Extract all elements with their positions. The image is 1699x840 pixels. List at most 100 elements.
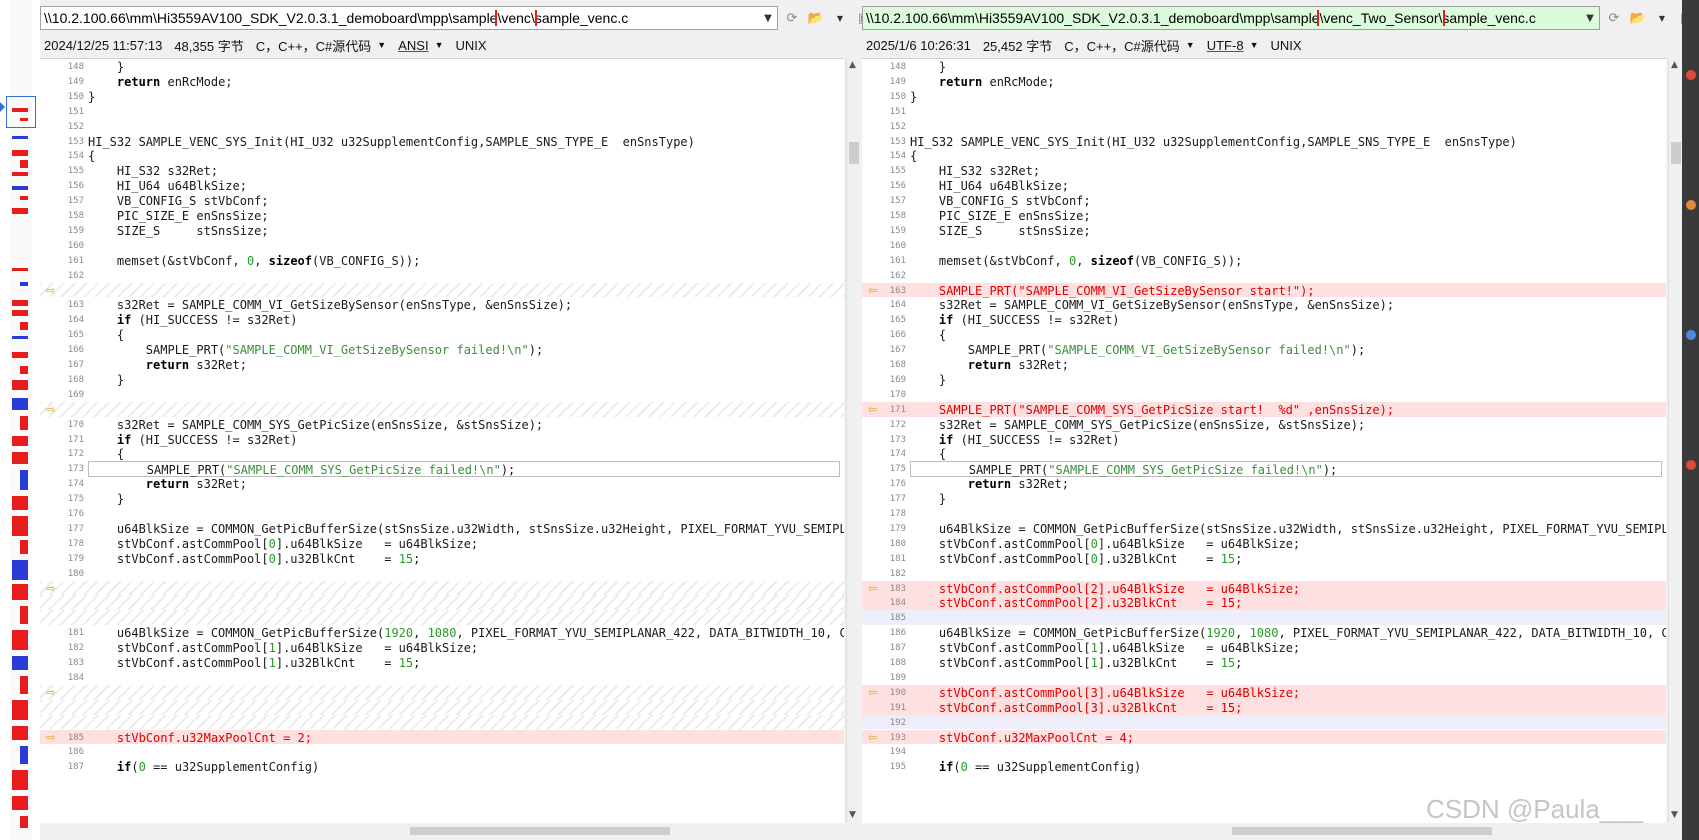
code-line[interactable]: 159 SIZE_S stSnsSize; bbox=[862, 223, 1666, 238]
code-line[interactable]: 186 u64BlkSize = COMMON_GetPicBufferSize… bbox=[862, 625, 1666, 640]
right-vertical-scrollbar[interactable]: ▲ ▼ bbox=[1668, 58, 1683, 822]
code-line[interactable] bbox=[40, 610, 844, 626]
code-line[interactable]: 195 if(0 == u32SupplementConfig) bbox=[862, 759, 1666, 774]
code-line[interactable]: 178 stVbConf.astCommPool[0].u64BlkSize =… bbox=[40, 536, 844, 551]
code-line[interactable]: 166 { bbox=[862, 327, 1666, 342]
code-line[interactable]: 162 bbox=[862, 268, 1666, 283]
code-line[interactable]: 179 u64BlkSize = COMMON_GetPicBufferSize… bbox=[862, 521, 1666, 536]
code-line[interactable]: 158 PIC_SIZE_E enSnsSize; bbox=[40, 208, 844, 223]
left-path-combobox[interactable]: \\10.2.100.66\mm\Hi3559AV100_SDK_V2.0.3.… bbox=[40, 6, 778, 30]
code-line[interactable]: 186 bbox=[40, 744, 844, 759]
code-line[interactable]: 176 bbox=[40, 506, 844, 521]
code-line[interactable]: 188 stVbConf.astCommPool[1].u32BlkCnt = … bbox=[862, 655, 1666, 670]
code-line[interactable]: 184 stVbConf.astCommPool[2].u32BlkCnt = … bbox=[862, 595, 1666, 610]
code-line[interactable]: ⇦ 171 SAMPLE_PRT("SAMPLE_COMM_SYS_GetPicS… bbox=[862, 401, 1666, 417]
code-line[interactable]: 170 bbox=[862, 387, 1666, 402]
code-line[interactable]: 182 bbox=[862, 566, 1666, 581]
code-line[interactable]: 161 memset(&stVbConf, 0, sizeof(VB_CONFI… bbox=[862, 253, 1666, 268]
code-line[interactable]: ⇨ bbox=[40, 684, 844, 700]
code-line[interactable]: 152 bbox=[40, 119, 844, 134]
code-line[interactable]: ⇨ 185 stVbConf.u32MaxPoolCnt = 2; bbox=[40, 729, 844, 745]
code-line[interactable]: 149 return enRcMode; bbox=[862, 74, 1666, 89]
code-line[interactable]: 183 stVbConf.astCommPool[1].u32BlkCnt = … bbox=[40, 655, 844, 670]
code-line[interactable]: 191 stVbConf.astCommPool[3].u32BlkCnt = … bbox=[862, 699, 1666, 715]
dropdown-arrow-icon[interactable]: ▼ bbox=[1652, 9, 1672, 27]
code-line[interactable]: 165 if (HI_SUCCESS != s32Ret) bbox=[862, 312, 1666, 327]
diff-arrow-icon[interactable]: ⇨ bbox=[46, 284, 58, 297]
open-folder-icon[interactable]: 📂 bbox=[1628, 9, 1648, 27]
left-encoding-dropdown[interactable]: ANSI ▼ bbox=[398, 38, 443, 53]
left-vertical-scrollbar[interactable]: ▲ ▼ bbox=[846, 58, 861, 822]
code-line[interactable]: ⇦ 183 stVbConf.astCommPool[2].u64BlkSize … bbox=[862, 580, 1666, 596]
code-line[interactable]: 153 HI_S32 SAMPLE_VENC_SYS_Init(HI_U32 u3… bbox=[862, 134, 1666, 149]
code-line[interactable]: 187 stVbConf.astCommPool[1].u64BlkSize =… bbox=[862, 640, 1666, 655]
scroll-down-icon[interactable]: ▼ bbox=[1671, 810, 1678, 820]
code-line[interactable]: ⇨ bbox=[40, 401, 844, 417]
code-line[interactable]: 178 bbox=[862, 506, 1666, 521]
overview-viewport[interactable] bbox=[6, 96, 36, 128]
code-line[interactable]: 156 HI_U64 u64BlkSize; bbox=[40, 178, 844, 193]
code-line[interactable]: 148 } bbox=[40, 59, 844, 74]
diff-arrow-icon[interactable]: ⇨ bbox=[46, 582, 58, 595]
code-line[interactable]: 174 { bbox=[862, 446, 1666, 461]
right-path-text[interactable]: \\10.2.100.66\mm\Hi3559AV100_SDK_V2.0.3.… bbox=[863, 10, 1581, 26]
right-code-view[interactable]: 148 } 149 return enRcMode; 150} 151 152 153 HI… bbox=[862, 58, 1666, 823]
code-line[interactable]: 154 { bbox=[40, 148, 844, 163]
code-line[interactable]: 175 SAMPLE_PRT("SAMPLE_COMM_SYS_GetPicSi… bbox=[862, 461, 1666, 478]
code-line[interactable]: 155 HI_S32 s32Ret; bbox=[40, 163, 844, 178]
code-line[interactable]: 152 bbox=[862, 119, 1666, 134]
refresh-icon[interactable]: ⟳ bbox=[1604, 9, 1624, 27]
code-line[interactable]: 187 if(0 == u32SupplementConfig) bbox=[40, 759, 844, 774]
scroll-down-icon[interactable]: ▼ bbox=[849, 810, 856, 820]
code-line[interactable]: ⇨ bbox=[40, 282, 844, 298]
code-line[interactable]: 176 return s32Ret; bbox=[862, 476, 1666, 491]
code-line[interactable]: 180 bbox=[40, 566, 844, 581]
code-line[interactable]: ⇨ bbox=[40, 580, 844, 596]
code-line[interactable]: 172 { bbox=[40, 446, 844, 461]
dropdown-arrow-icon[interactable]: ▼ bbox=[830, 9, 850, 27]
code-line[interactable]: 167 return s32Ret; bbox=[40, 357, 844, 372]
left-code-view[interactable]: 148 } 149 return enRcMode; 150} 151 152 153 HI… bbox=[40, 58, 844, 823]
left-horizontal-scrollbar[interactable] bbox=[40, 824, 844, 838]
code-line[interactable]: 177 u64BlkSize = COMMON_GetPicBufferSize… bbox=[40, 521, 844, 536]
refresh-icon[interactable]: ⟳ bbox=[782, 9, 802, 27]
code-line[interactable]: 153 HI_S32 SAMPLE_VENC_SYS_Init(HI_U32 u3… bbox=[40, 134, 844, 149]
right-lang-dropdown[interactable]: C，C++，C#源代码 ▼ bbox=[1064, 36, 1195, 55]
scroll-thumb[interactable] bbox=[1671, 142, 1681, 164]
code-line[interactable] bbox=[40, 699, 844, 715]
scroll-thumb[interactable] bbox=[1232, 827, 1492, 835]
code-line[interactable]: 174 return s32Ret; bbox=[40, 476, 844, 491]
code-line[interactable]: 185 bbox=[862, 610, 1666, 626]
code-line[interactable]: 192 bbox=[862, 714, 1666, 730]
code-line[interactable]: 151 bbox=[862, 104, 1666, 119]
code-line[interactable]: 182 stVbConf.astCommPool[1].u64BlkSize =… bbox=[40, 640, 844, 655]
code-line[interactable]: 164 if (HI_SUCCESS != s32Ret) bbox=[40, 312, 844, 327]
code-line[interactable]: 161 memset(&stVbConf, 0, sizeof(VB_CONFI… bbox=[40, 253, 844, 268]
code-line[interactable]: 181 stVbConf.astCommPool[0].u32BlkCnt = … bbox=[862, 551, 1666, 566]
code-line[interactable]: 149 return enRcMode; bbox=[40, 74, 844, 89]
chevron-down-icon[interactable]: ▼ bbox=[1581, 7, 1599, 29]
code-line[interactable]: ⇦ 193 stVbConf.u32MaxPoolCnt = 4; bbox=[862, 729, 1666, 745]
left-lang-dropdown[interactable]: C，C++，C#源代码 ▼ bbox=[256, 36, 387, 55]
code-line[interactable] bbox=[40, 595, 844, 611]
scroll-thumb[interactable] bbox=[410, 827, 670, 835]
code-line[interactable]: 150} bbox=[862, 89, 1666, 104]
code-line[interactable]: 184 bbox=[40, 670, 844, 685]
right-horizontal-scrollbar[interactable] bbox=[862, 824, 1666, 838]
code-line[interactable]: 148 } bbox=[862, 59, 1666, 74]
code-line[interactable]: 157 VB_CONFIG_S stVbConf; bbox=[40, 193, 844, 208]
code-line[interactable]: 160 bbox=[862, 238, 1666, 253]
code-line[interactable]: 151 bbox=[40, 104, 844, 119]
code-line[interactable]: 179 stVbConf.astCommPool[0].u32BlkCnt = … bbox=[40, 551, 844, 566]
code-line[interactable]: 189 bbox=[862, 670, 1666, 685]
code-line[interactable]: 173 if (HI_SUCCESS != s32Ret) bbox=[862, 432, 1666, 447]
diff-arrow-icon[interactable]: ⇨ bbox=[46, 686, 58, 699]
code-line[interactable]: 159 SIZE_S stSnsSize; bbox=[40, 223, 844, 238]
code-line[interactable]: 175 } bbox=[40, 491, 844, 506]
code-line[interactable]: 181 u64BlkSize = COMMON_GetPicBufferSize… bbox=[40, 625, 844, 640]
left-path-text[interactable]: \\10.2.100.66\mm\Hi3559AV100_SDK_V2.0.3.… bbox=[41, 10, 759, 26]
code-line[interactable] bbox=[40, 714, 844, 730]
code-line[interactable]: 172 s32Ret = SAMPLE_COMM_SYS_GetPicSize(… bbox=[862, 417, 1666, 432]
scroll-thumb[interactable] bbox=[849, 142, 859, 164]
code-line[interactable]: ⇦ 190 stVbConf.astCommPool[3].u64BlkSize … bbox=[862, 684, 1666, 700]
